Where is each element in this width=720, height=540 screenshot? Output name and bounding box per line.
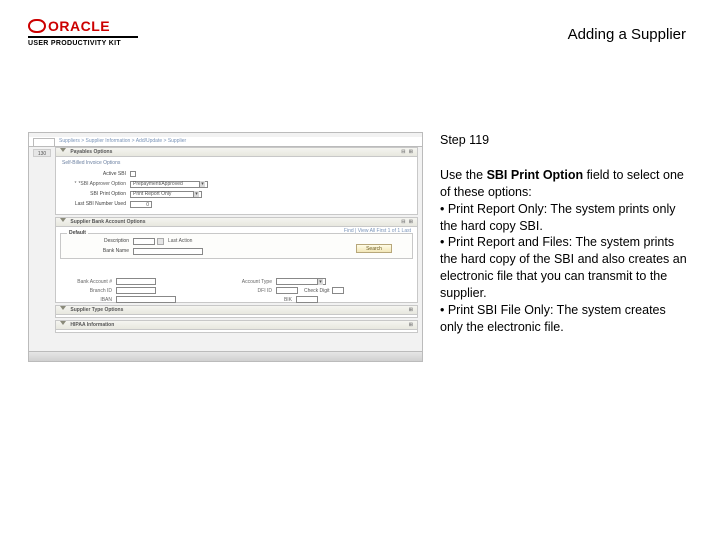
bankacct-input[interactable] <box>116 278 156 285</box>
bankname-input[interactable] <box>133 248 203 255</box>
branch-input[interactable] <box>116 287 156 294</box>
subbrand-label: USER PRODUCTIVITY KIT <box>28 40 138 47</box>
row-number-cell: 130 <box>33 149 51 157</box>
step-label: Step 119 <box>440 132 690 149</box>
last-sbi-number-label: Last SBI Number Used <box>60 201 130 207</box>
lookup-icon[interactable] <box>157 238 164 245</box>
expand-icon <box>60 321 66 325</box>
instruction-bullet-2: • Print Report and Files: The system pri… <box>440 234 690 302</box>
active-sbi-label: Active SBI <box>60 171 130 177</box>
tab-bar: Suppliers > Supplier Information > Add/U… <box>29 137 422 147</box>
dfi-label: DFI ID <box>196 288 276 294</box>
panel-tools[interactable]: ⊞ <box>409 306 414 315</box>
app-screenshot: Suppliers > Supplier Information > Add/U… <box>28 132 423 362</box>
chevron-down-icon: ▾ <box>317 279 323 285</box>
check-digit-label: Check Digit <box>304 288 330 294</box>
panel-header[interactable]: HIPAA Information ⊞ <box>56 321 417 330</box>
panel-tools[interactable]: ⊟ ⊞ <box>401 218 414 227</box>
chevron-down-icon: ▾ <box>199 181 205 187</box>
search-button[interactable]: Search <box>356 244 392 253</box>
acct-type-label: Account Type <box>196 279 276 285</box>
instruction-intro: Use the SBI Print Option field to select… <box>440 167 690 201</box>
bankname-label: Bank Name <box>63 248 133 254</box>
subsection-label: Self-Billed Invoice Options <box>62 160 413 166</box>
logo-divider <box>28 36 138 38</box>
sbi-approver-value: Prepayment/Approved <box>133 181 183 187</box>
expand-icon <box>60 218 66 222</box>
field-name-bold: SBI Print Option <box>487 168 584 182</box>
sbi-approver-label: *SBI Approver Option <box>78 181 126 187</box>
expand-icon <box>60 306 66 310</box>
oracle-o-mark <box>28 19 46 33</box>
description-input[interactable] <box>133 238 155 245</box>
page-title: Adding a Supplier <box>568 26 686 43</box>
instruction-bullet-3: • Print SBI File Only: The system create… <box>440 302 690 336</box>
bankacct-label: Bank Account # <box>56 279 116 285</box>
panel-title: Supplier Type Options <box>70 307 123 313</box>
check-digit-input[interactable] <box>332 287 344 294</box>
panel-header[interactable]: Supplier Bank Account Options ⊟ ⊞ <box>56 218 417 227</box>
panel-header[interactable]: Supplier Type Options ⊞ <box>56 306 417 315</box>
default-legend: Default <box>67 230 88 236</box>
last-action-label: Last Action <box>168 238 192 244</box>
panel-tools[interactable]: ⊟ ⊞ <box>401 148 414 157</box>
dfi-input[interactable] <box>276 287 298 294</box>
panel-supplier-type: Supplier Type Options ⊞ <box>55 305 418 318</box>
active-sbi-checkbox[interactable] <box>130 171 136 177</box>
oracle-wordmark: ORACLE <box>48 18 110 34</box>
instruction-bullet-1: • Print Report Only: The system prints o… <box>440 201 690 235</box>
brand-logo: ORACLE USER PRODUCTIVITY KIT <box>28 18 138 47</box>
acct-type-select[interactable]: ▾ <box>276 278 326 285</box>
expand-icon <box>60 148 66 152</box>
sbi-print-label: SBI Print Option <box>60 191 130 197</box>
panel-payables-options: Payables Options ⊟ ⊞ Self-Billed Invoice… <box>55 147 418 215</box>
default-frame: Default Search Description Last Action B… <box>60 233 413 259</box>
iban-input[interactable] <box>116 296 176 303</box>
panel-title: Payables Options <box>70 149 112 155</box>
last-sbi-number-input[interactable]: 0 <box>130 201 152 208</box>
sbi-print-select[interactable]: Print Report Only ▾ <box>130 191 202 198</box>
instruction-panel: Step 119 Use the SBI Print Option field … <box>440 132 690 336</box>
panel-header[interactable]: Payables Options ⊟ ⊞ <box>56 148 417 157</box>
branch-label: Branch ID <box>56 288 116 294</box>
bik-label: BIK <box>216 297 296 303</box>
taskbar <box>29 351 422 361</box>
panel-supplier-bank: Supplier Bank Account Options ⊟ ⊞ Find |… <box>55 217 418 303</box>
sbi-print-value: Print Report Only <box>133 191 171 197</box>
panel-title: Supplier Bank Account Options <box>70 219 145 225</box>
description-label: Description <box>63 238 133 244</box>
bik-input[interactable] <box>296 296 318 303</box>
breadcrumb: Suppliers > Supplier Information > Add/U… <box>59 138 186 144</box>
panel-hipaa: HIPAA Information ⊞ <box>55 320 418 333</box>
panel-title: HIPAA Information <box>70 322 114 328</box>
iban-label: IBAN <box>56 297 116 303</box>
chevron-down-icon: ▾ <box>193 191 199 197</box>
active-tab[interactable] <box>33 138 55 146</box>
panel-tools[interactable]: ⊞ <box>409 321 414 330</box>
sbi-approver-select[interactable]: Prepayment/Approved ▾ <box>130 181 208 188</box>
